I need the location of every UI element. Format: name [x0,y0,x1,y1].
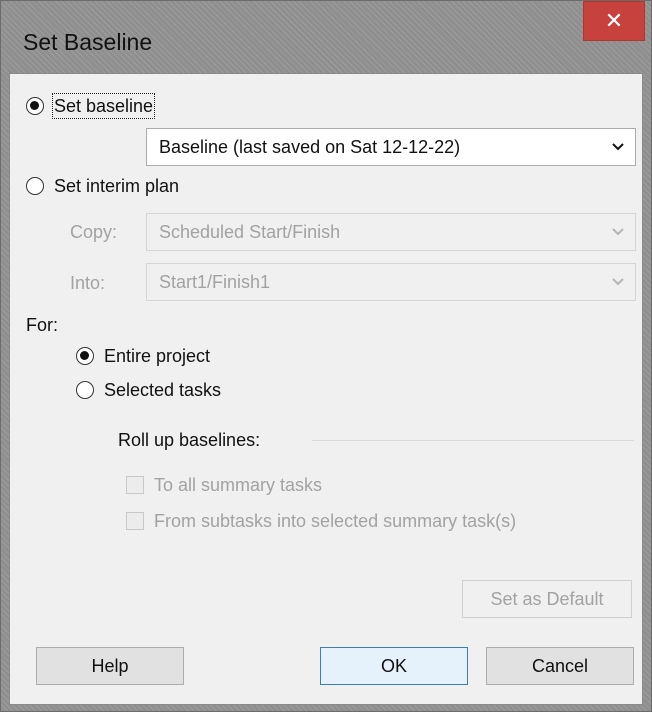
close-button[interactable]: ✕ [583,1,645,41]
copy-dropdown-value: Scheduled Start/Finish [159,222,341,242]
for-label: For: [26,315,59,335]
selected-tasks-radio[interactable] [76,381,94,399]
set-baseline-radio[interactable] [26,97,44,115]
baseline-dropdown[interactable]: Baseline (last saved on Sat 12-12-22) [146,128,636,166]
close-icon: ✕ [604,8,624,33]
title-bar[interactable]: Set Baseline ✕ [1,1,651,73]
chevron-down-icon [612,278,624,286]
into-dropdown[interactable]: Start1/Finish1 [146,263,636,301]
ok-button[interactable]: OK [320,647,468,685]
to-all-summary-checkbox[interactable] [126,476,144,494]
help-button[interactable]: Help [36,647,184,685]
into-label: Into: [70,273,106,293]
selected-tasks-label[interactable]: Selected tasks [104,379,221,401]
entire-project-label[interactable]: Entire project [104,345,210,367]
copy-dropdown[interactable]: Scheduled Start/Finish [146,213,636,251]
from-subtasks-checkbox[interactable] [126,512,144,530]
cancel-button[interactable]: Cancel [486,647,634,685]
roll-up-heading: Roll up baselines: [118,430,261,450]
dialog-title: Set Baseline [23,29,153,55]
set-baseline-dialog: Set Baseline ✕ Set baseline Baseline (la… [0,0,652,712]
set-interim-plan-label[interactable]: Set interim plan [54,175,179,197]
chevron-down-icon [612,228,624,236]
roll-up-divider [312,440,634,441]
from-subtasks-label: From subtasks into selected summary task… [154,511,517,531]
chevron-down-icon [612,143,624,151]
to-all-summary-label: To all summary tasks [154,475,323,495]
baseline-dropdown-value: Baseline (last saved on Sat 12-12-22) [159,137,461,157]
set-as-default-button[interactable]: Set as Default [462,580,632,618]
dialog-body: Set baseline Baseline (last saved on Sat… [9,73,643,705]
entire-project-radio[interactable] [76,347,94,365]
copy-label: Copy: [70,222,118,242]
set-interim-plan-radio[interactable] [26,177,44,195]
into-dropdown-value: Start1/Finish1 [159,272,271,292]
set-baseline-label[interactable]: Set baseline [51,93,156,119]
